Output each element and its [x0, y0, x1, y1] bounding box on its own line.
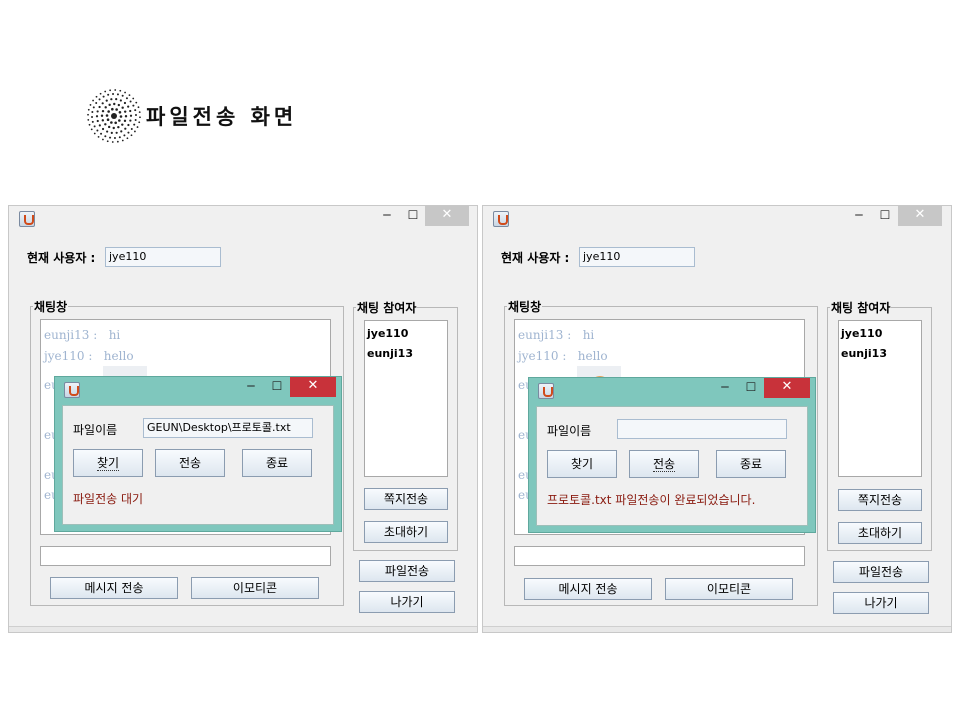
window-titlebar: ‒ ☐ ✕: [483, 206, 951, 230]
current-user-field[interactable]: jye110: [105, 247, 221, 267]
emoticon-button[interactable]: 이모티콘: [191, 577, 319, 599]
dialog-body: 파일이름 GEUN\Desktop\프로토콜.txt 찾기 전송 종료 파일전송…: [62, 405, 334, 525]
send-button[interactable]: 전송: [629, 450, 699, 478]
chat-group-label: 채팅창: [34, 300, 68, 314]
current-user-label: 현재 사용자 :: [27, 251, 96, 265]
window-titlebar: ‒ ☐ ✕: [9, 206, 477, 230]
send-button-label: 전송: [652, 457, 676, 472]
status-text: 프로토콜.txt 파일전송이 완료되었습니다.: [547, 493, 756, 507]
minimize-icon[interactable]: ‒: [377, 206, 397, 226]
file-transfer-button[interactable]: 파일전송: [359, 560, 455, 582]
current-user-label: 현재 사용자 :: [501, 251, 570, 265]
chat-line: jye110 : hello: [44, 349, 134, 363]
participants-list[interactable]: jye110 eunji13: [838, 320, 922, 477]
maximize-icon[interactable]: ☐: [403, 206, 423, 226]
message-input[interactable]: [514, 546, 805, 566]
java-icon: [538, 383, 554, 399]
close-button[interactable]: 종료: [242, 449, 312, 477]
file-name-field[interactable]: GEUN\Desktop\프로토콜.txt: [143, 418, 313, 438]
minimize-icon[interactable]: ‒: [715, 378, 735, 398]
status-text: 파일전송 대기: [73, 492, 144, 506]
list-item[interactable]: eunji13: [841, 344, 919, 364]
java-icon: [493, 211, 509, 227]
java-icon: [19, 211, 35, 227]
file-transfer-button[interactable]: 파일전송: [833, 561, 929, 583]
window-bottom-edge: [483, 626, 951, 632]
close-icon[interactable]: ✕: [425, 206, 469, 226]
exit-button[interactable]: 나가기: [359, 591, 455, 613]
maximize-icon[interactable]: ☐: [875, 206, 895, 226]
minimize-icon[interactable]: ‒: [849, 206, 869, 226]
java-icon: [64, 382, 80, 398]
maximize-icon[interactable]: ☐: [267, 377, 287, 397]
list-item[interactable]: eunji13: [367, 344, 445, 364]
file-transfer-dialog-2: ‒ ☐ ✕ 파일이름 찾기 전송 종료 프로토콜.txt 파일전송이 완료되었습…: [528, 377, 816, 533]
invite-button[interactable]: 초대하기: [364, 521, 448, 543]
sunburst-icon: [87, 89, 141, 143]
file-name-label: 파일이름: [73, 423, 118, 437]
send-button[interactable]: 전송: [155, 449, 225, 477]
close-icon[interactable]: ✕: [764, 378, 810, 398]
file-name-label: 파일이름: [547, 424, 592, 438]
file-transfer-dialog-1: ‒ ☐ ✕ 파일이름 GEUN\Desktop\프로토콜.txt 찾기 전송 종…: [54, 376, 342, 532]
emoticon-button[interactable]: 이모티콘: [665, 578, 793, 600]
note-send-button[interactable]: 쪽지전송: [364, 488, 448, 510]
find-button[interactable]: 찾기: [547, 450, 617, 478]
list-item[interactable]: jye110: [367, 324, 445, 344]
chat-line: jye110 : hello: [518, 349, 608, 363]
current-user-field[interactable]: jye110: [579, 247, 695, 267]
find-button-label: 찾기: [96, 456, 120, 471]
note-send-button[interactable]: 쪽지전송: [838, 489, 922, 511]
minimize-icon[interactable]: ‒: [241, 377, 261, 397]
maximize-icon[interactable]: ☐: [741, 378, 761, 398]
list-item[interactable]: jye110: [841, 324, 919, 344]
slide-title: 파일전송 화면: [86, 88, 297, 144]
window-bottom-edge: [9, 626, 477, 632]
file-name-field[interactable]: [617, 419, 787, 439]
chat-group-label: 채팅창: [508, 300, 542, 314]
close-icon[interactable]: ✕: [290, 377, 336, 397]
participants-group-label: 채팅 참여자: [831, 301, 891, 315]
dialog-titlebar: ‒ ☐ ✕: [529, 378, 815, 400]
invite-button[interactable]: 초대하기: [838, 522, 922, 544]
close-icon[interactable]: ✕: [898, 206, 942, 226]
send-message-button[interactable]: 메시지 전송: [50, 577, 178, 599]
message-input[interactable]: [40, 546, 331, 566]
exit-button[interactable]: 나가기: [833, 592, 929, 614]
participants-list[interactable]: jye110 eunji13: [364, 320, 448, 477]
chat-line: eunji13 : hi: [44, 328, 121, 342]
send-message-button[interactable]: 메시지 전송: [524, 578, 652, 600]
close-button[interactable]: 종료: [716, 450, 786, 478]
chat-line: eunji13 : hi: [518, 328, 595, 342]
find-button[interactable]: 찾기: [73, 449, 143, 477]
dialog-body: 파일이름 찾기 전송 종료 프로토콜.txt 파일전송이 완료되었습니다.: [536, 406, 808, 526]
dialog-titlebar: ‒ ☐ ✕: [55, 377, 341, 399]
participants-group-label: 채팅 참여자: [357, 301, 417, 315]
slide-title-text: 파일전송 화면: [146, 105, 298, 129]
